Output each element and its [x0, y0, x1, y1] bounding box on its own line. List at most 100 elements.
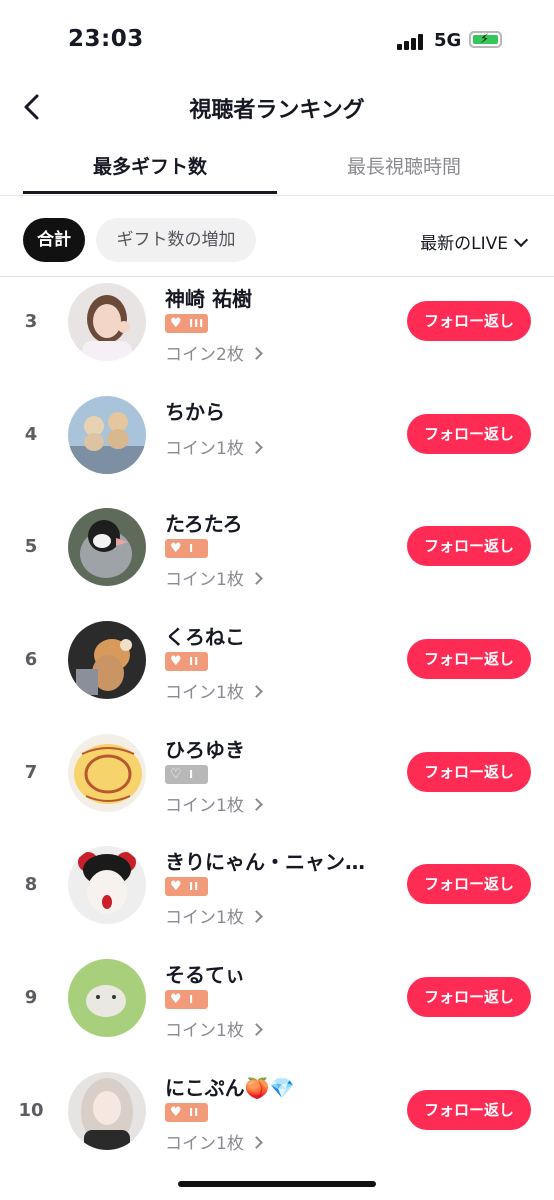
- coin-count-label: コイン1枚: [165, 1133, 244, 1154]
- filter-bar: 合計 ギフト数の増加 最新のLIVE: [0, 196, 554, 277]
- coin-count[interactable]: コイン1枚: [165, 678, 263, 704]
- status-bar: 23:03 5G ⚡: [0, 0, 554, 80]
- avatar[interactable]: [68, 508, 146, 587]
- coin-count[interactable]: コイン2枚: [165, 340, 263, 365]
- follow-back-button[interactable]: フォロー返し: [407, 301, 531, 341]
- avatar[interactable]: [68, 395, 146, 474]
- fan-level-badge: ♥ I: [165, 990, 208, 1010]
- coin-count-label: コイン1枚: [165, 683, 244, 704]
- fan-level-badge: ♥ III: [165, 314, 208, 333]
- fan-level-badge: ♥ II: [165, 652, 208, 672]
- follow-back-button[interactable]: フォロー返し: [407, 751, 531, 792]
- badge-level: I: [189, 993, 195, 1007]
- follow-back-button[interactable]: フォロー返し: [407, 413, 531, 454]
- avatar[interactable]: [68, 846, 146, 925]
- badge-level: II: [189, 1105, 200, 1119]
- avatar[interactable]: [68, 1071, 146, 1150]
- list-item[interactable]: 7 ひろゆき ♡ I コイン1枚 フォロー返し: [0, 728, 554, 841]
- nav-bar: 視聴者ランキング: [0, 80, 554, 136]
- tab-longest-watch-time[interactable]: 最長視聴時間: [277, 152, 531, 179]
- avatar[interactable]: [68, 621, 146, 700]
- coin-count[interactable]: コイン1枚: [165, 1129, 263, 1154]
- fan-level-badge: ♡ I: [165, 764, 208, 784]
- follow-back-button[interactable]: フォロー返し: [407, 639, 531, 680]
- viewer-name[interactable]: 神崎 祐樹: [165, 283, 252, 312]
- coin-count-label: コイン1枚: [165, 908, 244, 929]
- viewer-name[interactable]: くろねこ: [165, 621, 245, 650]
- heart-icon: ♥: [170, 654, 182, 670]
- sort-label: 最新のLIVE: [420, 234, 508, 254]
- viewer-name[interactable]: にこぷん🍑💎: [165, 1072, 294, 1101]
- list-item[interactable]: 4 ちから コイン1枚 フォロー返し: [0, 390, 554, 503]
- rank-number: 7: [24, 761, 38, 783]
- viewer-ranking-list: 3 神崎 祐樹 ♥ III コイン2枚 フォロー返し 4 ちから コイン1枚 フ…: [0, 277, 554, 1179]
- tab-bar: 最多ギフト数 最長視聴時間: [0, 140, 554, 196]
- page-title: 視聴者ランキング: [189, 98, 365, 123]
- viewer-name[interactable]: たろたろ: [165, 508, 243, 537]
- list-item[interactable]: 9 そるてぃ ♥ I コイン1枚 フォロー返し: [0, 953, 554, 1066]
- chevron-right-icon: [249, 1135, 263, 1149]
- chevron-right-icon: [249, 685, 263, 698]
- chevron-down-icon: [513, 232, 529, 248]
- coin-count-label: コイン2枚: [165, 345, 244, 365]
- heart-icon: ♥: [170, 879, 182, 895]
- viewer-name[interactable]: ちから: [165, 396, 225, 425]
- heart-icon: ♥: [170, 316, 182, 331]
- coin-count[interactable]: コイン1枚: [165, 903, 263, 929]
- fan-level-badge: ♥ II: [165, 877, 208, 897]
- badge-level: I: [189, 767, 195, 781]
- follow-back-button[interactable]: フォロー返し: [407, 1089, 531, 1130]
- filter-gift-increase-chip[interactable]: ギフト数の増加: [96, 218, 256, 262]
- chevron-right-icon: [249, 1023, 263, 1036]
- rank-number: 4: [24, 423, 38, 445]
- clock: 23:03: [68, 26, 144, 52]
- heart-icon: ♡: [170, 766, 182, 782]
- chevron-right-icon: [249, 347, 263, 360]
- heart-icon: ♥: [170, 541, 182, 557]
- viewer-name[interactable]: そるてぃ: [165, 959, 245, 988]
- coin-count[interactable]: コイン1枚: [165, 434, 263, 459]
- signal-icon: [397, 32, 427, 50]
- avatar[interactable]: [68, 283, 146, 361]
- rank-number: 8: [24, 874, 38, 896]
- rank-number: 5: [24, 536, 38, 558]
- network-type: 5G: [434, 30, 462, 51]
- fan-level-badge: ♥ II: [165, 1102, 208, 1122]
- list-item[interactable]: 5 たろたろ ♥ I コイン1枚 フォロー返し: [0, 502, 554, 615]
- coin-count[interactable]: コイン1枚: [165, 565, 263, 591]
- viewer-name[interactable]: ひろゆき: [165, 734, 245, 763]
- heart-icon: ♥: [170, 992, 182, 1008]
- badge-level: II: [189, 880, 200, 894]
- heart-icon: ♥: [170, 1104, 182, 1120]
- badge-level: I: [189, 542, 195, 556]
- rank-number: 3: [24, 311, 38, 332]
- follow-back-button[interactable]: フォロー返し: [407, 526, 531, 567]
- coin-count[interactable]: コイン1枚: [165, 1016, 263, 1042]
- follow-back-button[interactable]: フォロー返し: [407, 977, 531, 1018]
- filter-total-chip[interactable]: 合計: [23, 218, 85, 262]
- coin-count[interactable]: コイン1枚: [165, 791, 263, 816]
- list-item[interactable]: 3 神崎 祐樹 ♥ III コイン2枚 フォロー返し: [0, 277, 554, 390]
- rank-number: 6: [24, 649, 38, 671]
- badge-level: III: [189, 317, 205, 330]
- avatar[interactable]: [68, 959, 146, 1038]
- follow-back-button[interactable]: フォロー返し: [407, 864, 531, 905]
- fan-level-badge: ♥ I: [165, 539, 208, 559]
- coin-count-label: コイン1枚: [165, 1021, 244, 1042]
- badge-level: II: [189, 655, 200, 669]
- coin-count-label: コイン1枚: [165, 570, 244, 591]
- avatar[interactable]: [68, 733, 146, 812]
- rank-number: 9: [24, 987, 38, 1009]
- chevron-right-icon: [249, 572, 263, 586]
- active-tab-indicator: [23, 191, 277, 194]
- tab-most-gifts[interactable]: 最多ギフト数: [23, 152, 277, 179]
- live-sort-dropdown[interactable]: 最新のLIVE: [420, 229, 529, 254]
- list-item[interactable]: 8 きりにゃん・ニャン… ♥ II コイン1枚 フォロー返し: [0, 840, 554, 953]
- chevron-right-icon: [249, 440, 263, 454]
- list-item[interactable]: 6 くろねこ ♥ II コイン1枚 フォロー返し: [0, 615, 554, 728]
- viewer-name[interactable]: きりにゃん・ニャン…: [165, 846, 365, 875]
- list-item[interactable]: 10 にこぷん🍑💎 ♥ II コイン1枚 フォロー返し: [0, 1066, 554, 1179]
- coin-count-label: コイン1枚: [165, 438, 244, 459]
- chevron-right-icon: [249, 797, 263, 811]
- chevron-right-icon: [249, 910, 263, 924]
